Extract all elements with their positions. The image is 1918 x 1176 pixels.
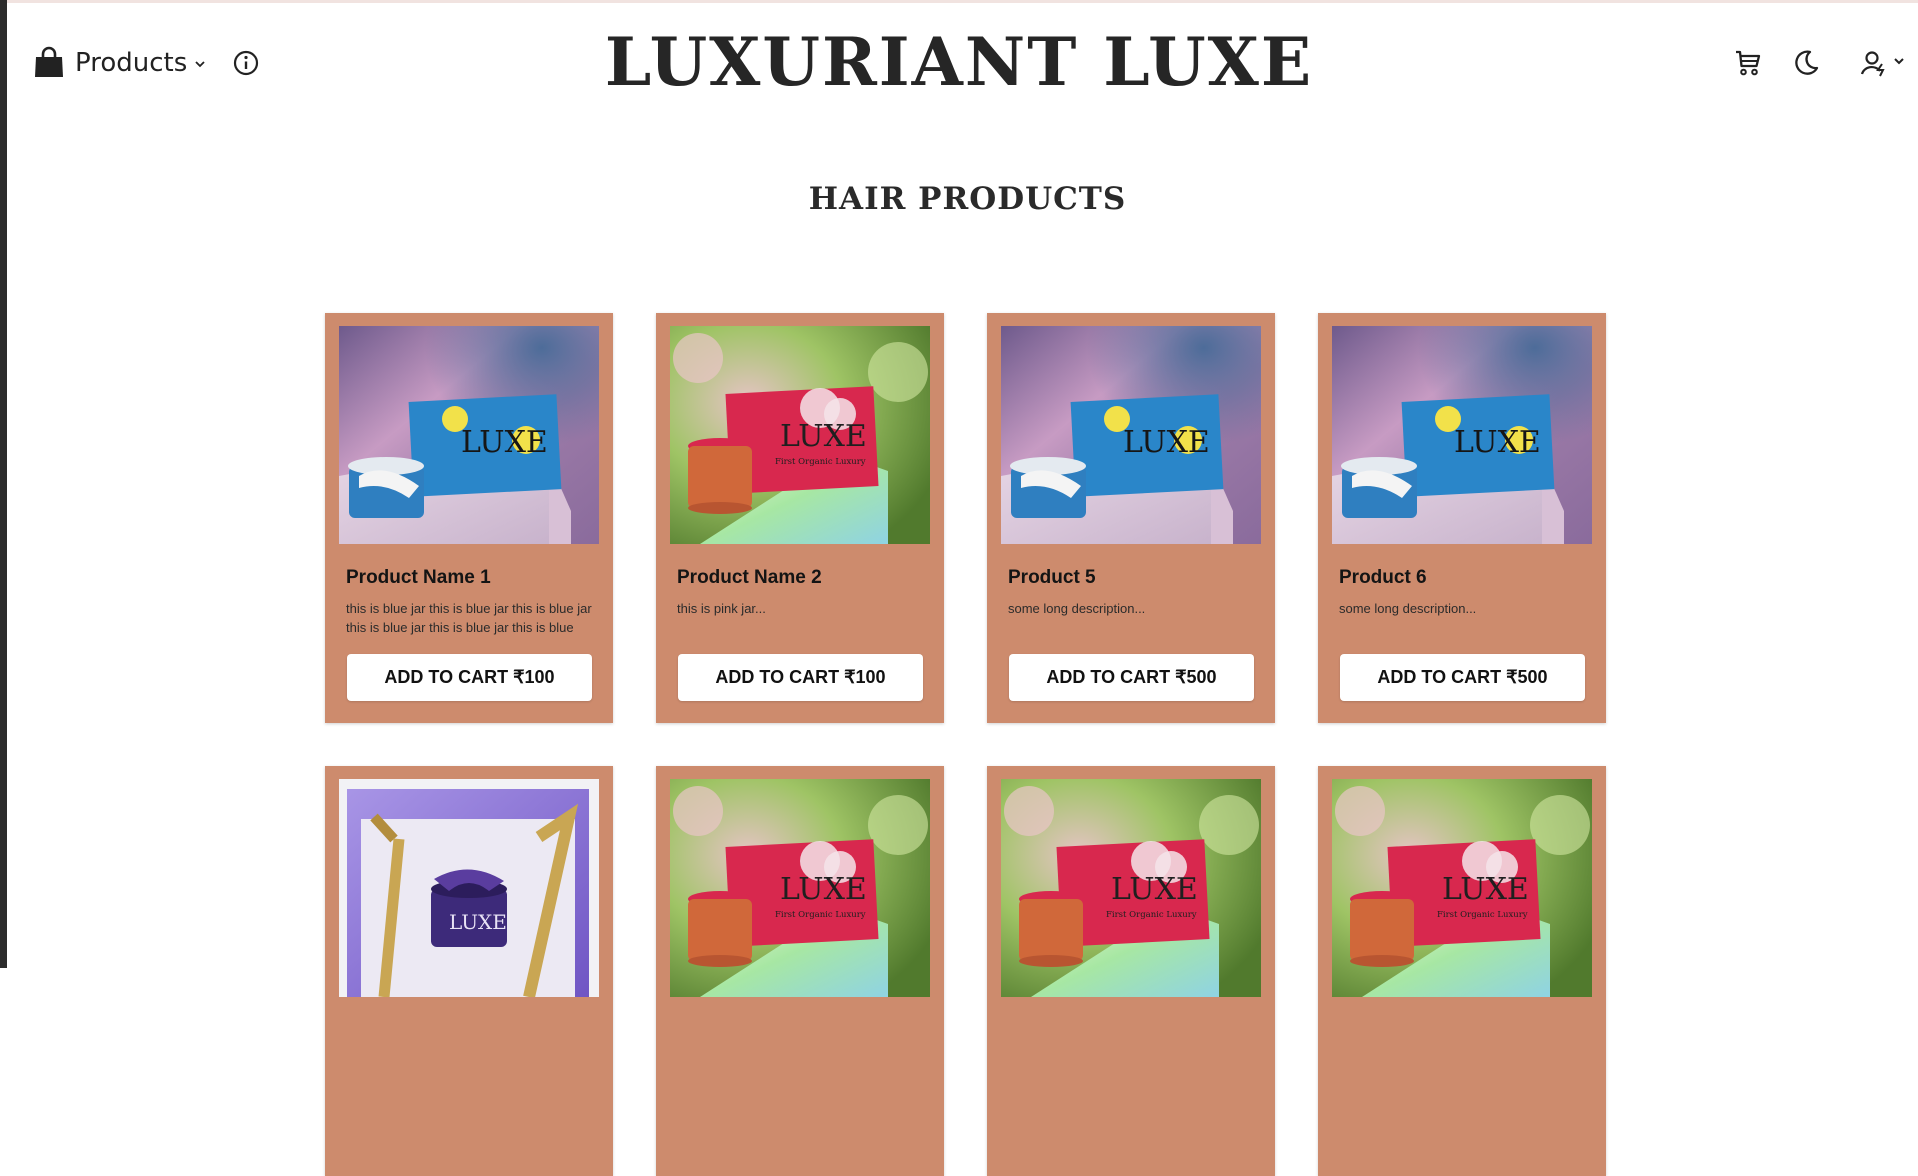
svg-text:LUXE: LUXE bbox=[1111, 872, 1198, 907]
product-image[interactable]: LUXE bbox=[1332, 326, 1592, 544]
product-card: LUXE First Organic Luxury Product Name 2… bbox=[656, 313, 944, 723]
add-to-cart-button[interactable]: ADD TO CART ₹100 bbox=[678, 654, 923, 701]
add-to-cart-button[interactable]: ADD TO CART ₹500 bbox=[1340, 654, 1585, 701]
product-description: some long description... bbox=[1339, 601, 1477, 616]
product-card: LUXE Product Name 1 this is blue jar thi… bbox=[325, 313, 613, 723]
product-card: LUXE Product 6 some long description... … bbox=[1318, 313, 1606, 723]
svg-text:First Organic Luxury: First Organic Luxury bbox=[775, 910, 866, 920]
user-menu-icon[interactable] bbox=[1858, 47, 1908, 79]
product-name[interactable]: Product Name 1 bbox=[346, 567, 599, 589]
window-edge bbox=[0, 0, 7, 968]
add-to-cart-button[interactable]: ADD TO CART ₹500 bbox=[1009, 654, 1254, 701]
product-description: this is pink jar... bbox=[677, 601, 766, 616]
product-image[interactable]: LUXE First Organic Luxury bbox=[670, 779, 930, 997]
svg-text:LUXE: LUXE bbox=[780, 872, 867, 907]
product-name[interactable]: Product 5 bbox=[1008, 567, 1261, 589]
product-image[interactable]: LUXE bbox=[1001, 326, 1261, 544]
page-title: HAIR PRODUCTS bbox=[808, 180, 1127, 217]
product-grid: LUXE Product Name 1 this is blue jar thi… bbox=[325, 313, 1609, 1176]
svg-text:LUXE: LUXE bbox=[449, 910, 507, 934]
svg-text:LUXE: LUXE bbox=[461, 425, 548, 460]
svg-text:LUXE: LUXE bbox=[1442, 872, 1529, 907]
svg-text:LUXE: LUXE bbox=[1123, 425, 1210, 460]
svg-text:First Organic Luxury: First Organic Luxury bbox=[1106, 910, 1197, 920]
svg-text:First Organic Luxury: First Organic Luxury bbox=[1437, 910, 1528, 920]
product-card: LUXE First Organic Luxury bbox=[1318, 766, 1606, 1176]
svg-text:First Organic Luxury: First Organic Luxury bbox=[775, 457, 866, 467]
product-image[interactable]: LUXE First Organic Luxury bbox=[670, 326, 930, 544]
brand-logo[interactable]: LUXURIANT LUXE bbox=[0, 23, 1918, 101]
product-card: LUXE bbox=[325, 766, 613, 1176]
product-image[interactable]: LUXE First Organic Luxury bbox=[1001, 779, 1261, 997]
cart-icon[interactable] bbox=[1732, 47, 1764, 79]
moon-icon[interactable] bbox=[1790, 47, 1822, 79]
product-card: LUXE First Organic Luxury bbox=[656, 766, 944, 1176]
product-description: some long description... bbox=[1008, 601, 1146, 616]
product-name[interactable]: Product 6 bbox=[1339, 567, 1592, 589]
product-image[interactable]: LUXE bbox=[339, 326, 599, 544]
product-card: LUXE First Organic Luxury bbox=[987, 766, 1275, 1176]
add-to-cart-button[interactable]: ADD TO CART ₹100 bbox=[347, 654, 592, 701]
site-header: Products LUXURIANT LUXE bbox=[0, 3, 1918, 115]
product-card: LUXE Product 5 some long description... … bbox=[987, 313, 1275, 723]
svg-text:LUXE: LUXE bbox=[1454, 425, 1541, 460]
product-description: this is blue jar this is blue jar this i… bbox=[346, 601, 592, 635]
product-name[interactable]: Product Name 2 bbox=[677, 567, 930, 589]
product-image[interactable]: LUXE bbox=[339, 779, 599, 997]
product-image[interactable]: LUXE First Organic Luxury bbox=[1332, 779, 1592, 997]
svg-text:LUXE: LUXE bbox=[780, 419, 867, 454]
